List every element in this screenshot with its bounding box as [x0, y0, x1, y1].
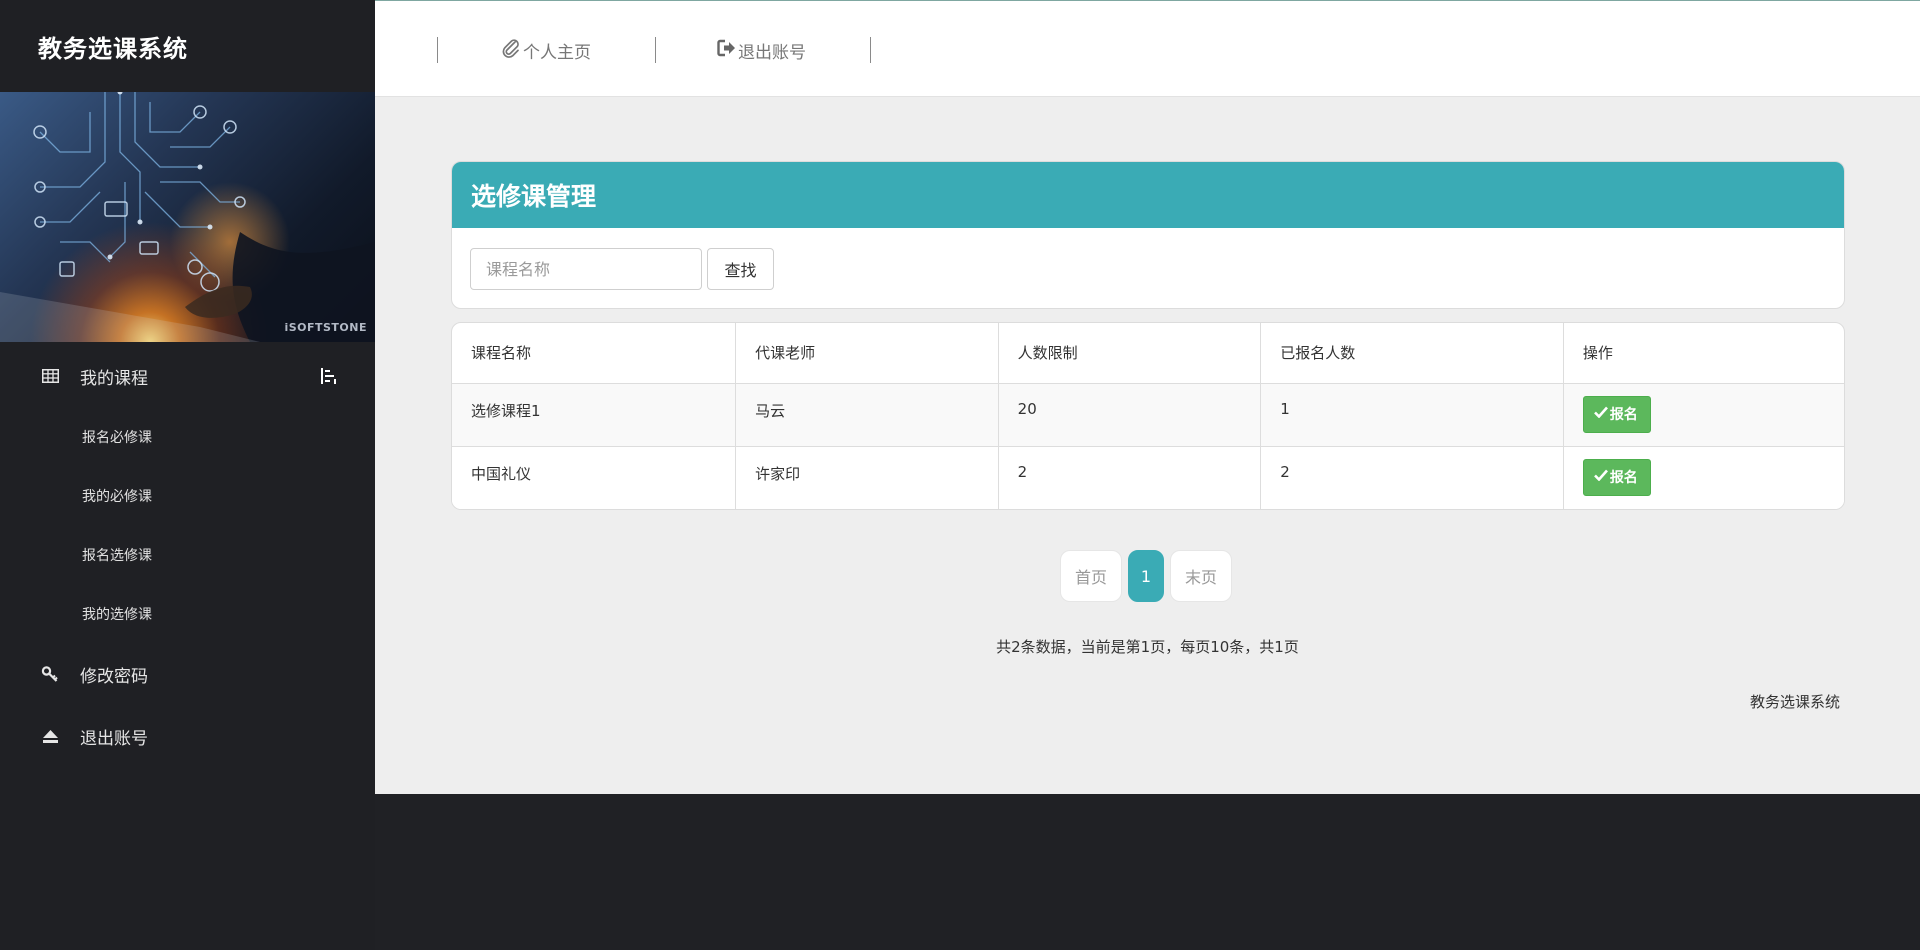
sidebar-subitem-my-elective[interactable]: 我的选修课 — [0, 584, 375, 643]
cell-limit: 20 — [998, 383, 1262, 447]
table-row: 中国礼仪 许家印 2 2 报名 — [452, 446, 1844, 509]
topbar-divider — [870, 37, 871, 63]
top-navbar: 个人主页 退出账号 — [375, 1, 1920, 97]
search-button[interactable]: 查找 — [707, 248, 774, 290]
footer-text: 教务选课系统 — [1749, 693, 1840, 711]
profile-link[interactable]: 个人主页 — [501, 37, 591, 63]
check-icon — [1593, 469, 1610, 485]
sidebar-item-my-courses[interactable]: 我的课程 — [0, 345, 375, 407]
main-content: 个人主页 退出账号 选修课管理 查找 — [375, 0, 1920, 794]
check-icon — [1593, 406, 1610, 422]
course-name-search-input[interactable] — [470, 248, 702, 290]
course-table: 课程名称 代课老师 人数限制 已报名人数 操作 选修课程1 马云 20 1 报名… — [452, 323, 1844, 509]
cell-enrolled: 2 — [1260, 446, 1564, 509]
sidebar-banner-image: iSOFTSTONE — [0, 92, 375, 342]
cell-action: 报名 — [1563, 383, 1844, 447]
menu-toggle-icon[interactable] — [319, 365, 341, 387]
panel-title: 选修课管理 — [452, 162, 1844, 228]
sidebar-subitem-my-required[interactable]: 我的必修课 — [0, 466, 375, 525]
column-header-course-name: 课程名称 — [452, 323, 737, 384]
logout-icon — [717, 39, 738, 62]
topbar-logout-label: 退出账号 — [738, 42, 806, 63]
circuit-graphic — [0, 92, 375, 342]
table-icon — [40, 366, 60, 386]
sidebar-item-label: 我的课程 — [80, 368, 148, 389]
paperclip-icon — [501, 38, 523, 63]
app-title: 教务选课系统 — [38, 34, 188, 63]
pagination: 首页 1 末页 — [1060, 550, 1238, 602]
table-header-row: 课程名称 代课老师 人数限制 已报名人数 操作 — [452, 323, 1844, 384]
cell-course-name: 选修课程1 — [452, 383, 737, 447]
enroll-button[interactable]: 报名 — [1582, 395, 1651, 433]
cell-teacher: 马云 — [735, 383, 999, 447]
cell-action: 报名 — [1563, 446, 1844, 509]
sidebar: 教务选课系统 iSOFTSTONE 我的课程 报名必修课 我的必修课 报名选修课… — [0, 0, 375, 950]
topbar-divider — [655, 37, 656, 63]
cell-course-name: 中国礼仪 — [452, 446, 737, 509]
column-header-teacher: 代课老师 — [735, 323, 999, 384]
pagination-summary: 共2条数据，当前是第1页，每页10条，共1页 — [996, 638, 1299, 656]
sidebar-subitem-enroll-required[interactable]: 报名必修课 — [0, 407, 375, 466]
cell-teacher: 许家印 — [735, 446, 999, 509]
topbar-divider — [437, 37, 438, 63]
table-row: 选修课程1 马云 20 1 报名 — [452, 383, 1844, 447]
enroll-button-label: 报名 — [1609, 407, 1638, 423]
cell-enrolled: 1 — [1260, 383, 1564, 447]
current-page-button[interactable]: 1 — [1128, 550, 1164, 602]
sidebar-item-logout[interactable]: 退出账号 — [0, 705, 375, 767]
banner-watermark: iSOFTSTONE — [284, 321, 367, 334]
enroll-button[interactable]: 报名 — [1582, 458, 1651, 496]
column-header-action: 操作 — [1563, 323, 1844, 384]
last-page-button[interactable]: 末页 — [1170, 550, 1232, 602]
elective-course-panel: 选修课管理 查找 — [451, 161, 1845, 309]
sidebar-item-change-password[interactable]: 修改密码 — [0, 643, 375, 705]
course-table-container: 课程名称 代课老师 人数限制 已报名人数 操作 选修课程1 马云 20 1 报名… — [451, 322, 1845, 510]
key-icon — [40, 664, 60, 684]
column-header-enrolled: 已报名人数 — [1260, 323, 1564, 384]
profile-link-label: 个人主页 — [523, 42, 591, 63]
cell-limit: 2 — [998, 446, 1262, 509]
column-header-limit: 人数限制 — [998, 323, 1262, 384]
sidebar-item-label: 退出账号 — [80, 728, 148, 749]
topbar-logout-link[interactable]: 退出账号 — [717, 37, 806, 63]
sidebar-subitem-enroll-elective[interactable]: 报名选修课 — [0, 525, 375, 584]
sidebar-item-label: 修改密码 — [80, 666, 148, 687]
enroll-button-label: 报名 — [1609, 470, 1638, 486]
first-page-button[interactable]: 首页 — [1060, 550, 1122, 602]
search-row: 查找 — [470, 248, 774, 290]
eject-icon — [40, 726, 60, 746]
